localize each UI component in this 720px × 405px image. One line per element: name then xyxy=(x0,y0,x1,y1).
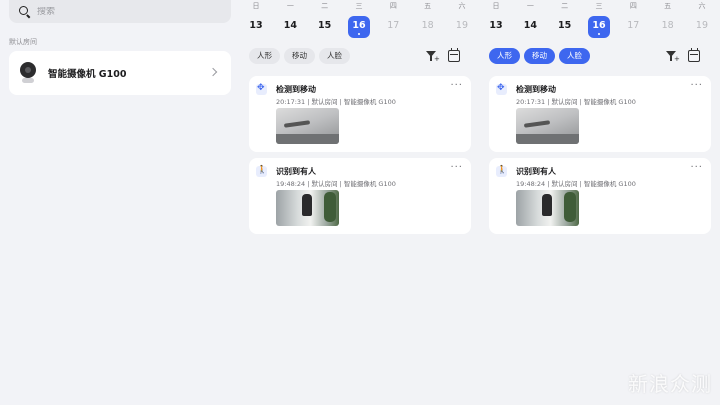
motion-icon xyxy=(496,83,507,95)
more-icon[interactable]: ··· xyxy=(450,81,463,91)
date-cell[interactable]: 15 xyxy=(554,16,576,38)
search-bar[interactable] xyxy=(9,0,231,23)
weekday: 三 xyxy=(595,2,603,10)
date-cell-selected[interactable]: 16 xyxy=(587,16,610,38)
weekday: 五 xyxy=(424,2,432,10)
filter-chip-motion[interactable]: 移动 xyxy=(284,48,315,64)
weekday: 三 xyxy=(355,2,363,10)
device-name: 智能摄像机 G100 xyxy=(48,69,127,80)
event-title: 识别到有人 xyxy=(516,167,556,176)
person-walking-icon xyxy=(256,165,267,177)
event-card[interactable]: 检测到移动 20:17:31 | 默认房间 | 智能摄像机 G100 ··· xyxy=(249,76,471,152)
more-icon[interactable]: ··· xyxy=(690,81,703,91)
device-list-pane: 默认房间 智能摄像机 G100 xyxy=(0,0,240,405)
weekday-row: 日 一 二 三 四 五 六 xyxy=(245,1,473,11)
event-meta: 20:17:31 | 默认房间 | 智能摄像机 G100 xyxy=(516,98,636,106)
filter-chips: 人形 移动 人脸 xyxy=(249,48,350,64)
date-cell[interactable]: 17 xyxy=(382,16,404,38)
more-icon[interactable]: ··· xyxy=(450,163,463,173)
date-cell[interactable]: 19 xyxy=(451,16,473,38)
weekday: 四 xyxy=(389,2,397,10)
filter-icon[interactable]: + xyxy=(665,50,680,63)
filter-icon[interactable]: + xyxy=(425,50,440,63)
person-walking-icon xyxy=(496,165,507,177)
date-row: 13 14 15 16 17 18 19 xyxy=(485,16,713,38)
event-meta: 20:17:31 | 默认房间 | 智能摄像机 G100 xyxy=(276,98,396,106)
room-label: 默认房间 xyxy=(9,38,37,46)
date-cell[interactable]: 13 xyxy=(485,16,507,38)
weekday: 一 xyxy=(286,2,294,10)
weekday-row: 日 一 二 三 四 五 六 xyxy=(485,1,713,11)
weekday: 二 xyxy=(321,2,329,10)
event-title: 检测到移动 xyxy=(276,85,316,94)
device-card-g100[interactable]: 智能摄像机 G100 xyxy=(9,51,231,95)
filter-chips: 人形 移动 人脸 xyxy=(489,48,590,64)
event-thumbnail[interactable] xyxy=(276,190,339,226)
weekday: 日 xyxy=(492,2,500,10)
event-meta: 19:48:24 | 默认房间 | 智能摄像机 G100 xyxy=(276,180,396,188)
motion-icon xyxy=(256,83,267,95)
date-cell[interactable]: 15 xyxy=(314,16,336,38)
weekday: 六 xyxy=(698,2,706,10)
date-cell-selected[interactable]: 16 xyxy=(347,16,370,38)
event-thumbnail[interactable] xyxy=(276,108,339,144)
event-card[interactable]: 识别到有人 19:48:24 | 默认房间 | 智能摄像机 G100 ··· xyxy=(249,158,471,234)
weekday: 一 xyxy=(526,2,534,10)
event-card[interactable]: 识别到有人 19:48:24 | 默认房间 | 智能摄像机 G100 ··· xyxy=(489,158,711,234)
filter-chip-face[interactable]: 人脸 xyxy=(319,48,350,64)
weekday: 二 xyxy=(561,2,569,10)
date-cell[interactable]: 14 xyxy=(519,16,541,38)
date-cell[interactable]: 13 xyxy=(245,16,267,38)
weekday: 日 xyxy=(252,2,260,10)
filter-chip-face[interactable]: 人脸 xyxy=(559,48,590,64)
watermark: 新浪众测 xyxy=(628,372,712,396)
date-cell[interactable]: 14 xyxy=(279,16,301,38)
weekday: 六 xyxy=(458,2,466,10)
more-icon[interactable]: ··· xyxy=(690,163,703,173)
event-title: 识别到有人 xyxy=(276,167,316,176)
date-cell[interactable]: 17 xyxy=(622,16,644,38)
event-card[interactable]: 检测到移动 20:17:31 | 默认房间 | 智能摄像机 G100 ··· xyxy=(489,76,711,152)
chevron-right-icon xyxy=(208,67,218,77)
event-panel-1: 日 一 二 三 四 五 六 13 14 15 16 17 18 19 人形 移动… xyxy=(240,0,480,405)
date-cell[interactable]: 18 xyxy=(417,16,439,38)
calendar-icon[interactable] xyxy=(448,48,460,62)
weekday: 五 xyxy=(664,2,672,10)
event-thumbnail[interactable] xyxy=(516,108,579,144)
event-panel-2: 日 一 二 三 四 五 六 13 14 15 16 17 18 19 人形 移动… xyxy=(480,0,720,405)
filter-chip-humanoid[interactable]: 人形 xyxy=(249,48,280,64)
search-icon xyxy=(19,5,31,18)
weekday: 四 xyxy=(629,2,637,10)
filter-chip-motion[interactable]: 移动 xyxy=(524,48,555,64)
calendar-icon[interactable] xyxy=(688,48,700,62)
date-cell[interactable]: 18 xyxy=(657,16,679,38)
date-cell[interactable]: 19 xyxy=(691,16,713,38)
filter-chip-humanoid[interactable]: 人形 xyxy=(489,48,520,64)
event-thumbnail[interactable] xyxy=(516,190,579,226)
event-meta: 19:48:24 | 默认房间 | 智能摄像机 G100 xyxy=(516,180,636,188)
camera-icon xyxy=(18,62,38,84)
event-title: 检测到移动 xyxy=(516,85,556,94)
date-row: 13 14 15 16 17 18 19 xyxy=(245,16,473,38)
search-input[interactable] xyxy=(37,6,217,17)
